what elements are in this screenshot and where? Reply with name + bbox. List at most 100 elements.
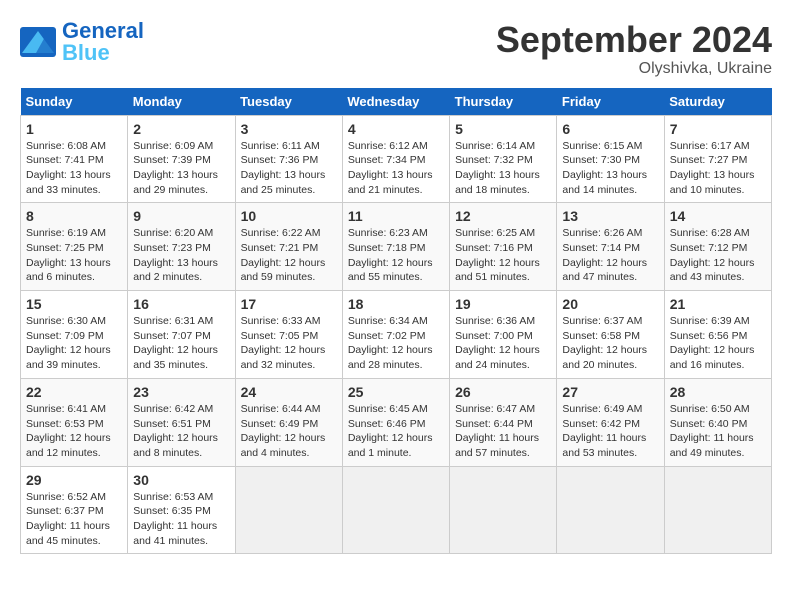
day-info: Sunrise: 6:19 AM Sunset: 7:25 PM Dayligh…	[26, 226, 122, 285]
daylight: Daylight: 12 hours and 32 minutes.	[241, 344, 326, 371]
daylight: Daylight: 11 hours and 57 minutes.	[455, 432, 539, 459]
day-number: 27	[562, 384, 658, 400]
calendar-cell: 19 Sunrise: 6:36 AM Sunset: 7:00 PM Dayl…	[450, 291, 557, 379]
daylight: Daylight: 11 hours and 53 minutes.	[562, 432, 646, 459]
calendar-cell: 11 Sunrise: 6:23 AM Sunset: 7:18 PM Dayl…	[342, 203, 449, 291]
day-info: Sunrise: 6:34 AM Sunset: 7:02 PM Dayligh…	[348, 314, 444, 373]
sunrise: Sunrise: 6:26 AM	[562, 227, 642, 239]
day-info: Sunrise: 6:49 AM Sunset: 6:42 PM Dayligh…	[562, 402, 658, 461]
daylight: Daylight: 12 hours and 55 minutes.	[348, 257, 433, 284]
day-number: 11	[348, 208, 444, 224]
calendar-cell: 4 Sunrise: 6:12 AM Sunset: 7:34 PM Dayli…	[342, 115, 449, 203]
day-info: Sunrise: 6:37 AM Sunset: 6:58 PM Dayligh…	[562, 314, 658, 373]
sunset: Sunset: 7:34 PM	[348, 154, 426, 166]
header-saturday: Saturday	[664, 88, 771, 116]
day-number: 18	[348, 296, 444, 312]
day-info: Sunrise: 6:09 AM Sunset: 7:39 PM Dayligh…	[133, 139, 229, 198]
sunrise: Sunrise: 6:50 AM	[670, 403, 750, 415]
calendar-cell: 1 Sunrise: 6:08 AM Sunset: 7:41 PM Dayli…	[21, 115, 128, 203]
daylight: Daylight: 12 hours and 8 minutes.	[133, 432, 218, 459]
day-number: 6	[562, 121, 658, 137]
calendar-cell: 6 Sunrise: 6:15 AM Sunset: 7:30 PM Dayli…	[557, 115, 664, 203]
sunrise: Sunrise: 6:33 AM	[241, 315, 321, 327]
day-number: 3	[241, 121, 337, 137]
day-info: Sunrise: 6:47 AM Sunset: 6:44 PM Dayligh…	[455, 402, 551, 461]
day-number: 7	[670, 121, 766, 137]
calendar-cell: 20 Sunrise: 6:37 AM Sunset: 6:58 PM Dayl…	[557, 291, 664, 379]
sunset: Sunset: 6:49 PM	[241, 418, 319, 430]
sunrise: Sunrise: 6:47 AM	[455, 403, 535, 415]
calendar-header: Sunday Monday Tuesday Wednesday Thursday…	[21, 88, 772, 116]
day-number: 8	[26, 208, 122, 224]
day-number: 5	[455, 121, 551, 137]
sunrise: Sunrise: 6:53 AM	[133, 491, 213, 503]
sunrise: Sunrise: 6:42 AM	[133, 403, 213, 415]
day-info: Sunrise: 6:33 AM Sunset: 7:05 PM Dayligh…	[241, 314, 337, 373]
day-info: Sunrise: 6:14 AM Sunset: 7:32 PM Dayligh…	[455, 139, 551, 198]
daylight: Daylight: 11 hours and 49 minutes.	[670, 432, 754, 459]
calendar-cell: 8 Sunrise: 6:19 AM Sunset: 7:25 PM Dayli…	[21, 203, 128, 291]
sunrise: Sunrise: 6:36 AM	[455, 315, 535, 327]
daylight: Daylight: 13 hours and 33 minutes.	[26, 169, 111, 196]
sunrise: Sunrise: 6:31 AM	[133, 315, 213, 327]
day-number: 28	[670, 384, 766, 400]
sunset: Sunset: 6:37 PM	[26, 505, 104, 517]
day-info: Sunrise: 6:36 AM Sunset: 7:00 PM Dayligh…	[455, 314, 551, 373]
sunset: Sunset: 7:41 PM	[26, 154, 104, 166]
sunset: Sunset: 6:44 PM	[455, 418, 533, 430]
header-friday: Friday	[557, 88, 664, 116]
sunrise: Sunrise: 6:11 AM	[241, 140, 320, 152]
title-block: September 2024 Olyshivka, Ukraine	[496, 20, 772, 78]
day-number: 10	[241, 208, 337, 224]
daylight: Daylight: 13 hours and 29 minutes.	[133, 169, 218, 196]
sunrise: Sunrise: 6:12 AM	[348, 140, 428, 152]
day-number: 30	[133, 472, 229, 488]
daylight: Daylight: 12 hours and 39 minutes.	[26, 344, 111, 371]
sunset: Sunset: 7:32 PM	[455, 154, 533, 166]
daylight: Daylight: 13 hours and 6 minutes.	[26, 257, 111, 284]
header-monday: Monday	[128, 88, 235, 116]
day-info: Sunrise: 6:08 AM Sunset: 7:41 PM Dayligh…	[26, 139, 122, 198]
sunset: Sunset: 7:23 PM	[133, 242, 211, 254]
sunset: Sunset: 6:53 PM	[26, 418, 104, 430]
calendar-cell: 14 Sunrise: 6:28 AM Sunset: 7:12 PM Dayl…	[664, 203, 771, 291]
calendar-cell: 22 Sunrise: 6:41 AM Sunset: 6:53 PM Dayl…	[21, 378, 128, 466]
daylight: Daylight: 12 hours and 16 minutes.	[670, 344, 755, 371]
calendar-cell: 10 Sunrise: 6:22 AM Sunset: 7:21 PM Dayl…	[235, 203, 342, 291]
sunrise: Sunrise: 6:28 AM	[670, 227, 750, 239]
calendar-cell: 30 Sunrise: 6:53 AM Sunset: 6:35 PM Dayl…	[128, 466, 235, 554]
day-number: 17	[241, 296, 337, 312]
logo: GeneralBlue	[20, 20, 144, 64]
sunset: Sunset: 7:27 PM	[670, 154, 748, 166]
day-info: Sunrise: 6:30 AM Sunset: 7:09 PM Dayligh…	[26, 314, 122, 373]
month-title: September 2024	[496, 20, 772, 60]
calendar-cell	[664, 466, 771, 554]
day-number: 15	[26, 296, 122, 312]
sunset: Sunset: 7:07 PM	[133, 330, 211, 342]
day-number: 25	[348, 384, 444, 400]
header-sunday: Sunday	[21, 88, 128, 116]
day-info: Sunrise: 6:17 AM Sunset: 7:27 PM Dayligh…	[670, 139, 766, 198]
day-info: Sunrise: 6:23 AM Sunset: 7:18 PM Dayligh…	[348, 226, 444, 285]
day-number: 13	[562, 208, 658, 224]
calendar-cell: 21 Sunrise: 6:39 AM Sunset: 6:56 PM Dayl…	[664, 291, 771, 379]
calendar-cell: 16 Sunrise: 6:31 AM Sunset: 7:07 PM Dayl…	[128, 291, 235, 379]
day-info: Sunrise: 6:53 AM Sunset: 6:35 PM Dayligh…	[133, 490, 229, 549]
calendar-cell: 12 Sunrise: 6:25 AM Sunset: 7:16 PM Dayl…	[450, 203, 557, 291]
day-info: Sunrise: 6:45 AM Sunset: 6:46 PM Dayligh…	[348, 402, 444, 461]
daylight: Daylight: 12 hours and 1 minute.	[348, 432, 433, 459]
sunset: Sunset: 6:58 PM	[562, 330, 640, 342]
sunrise: Sunrise: 6:45 AM	[348, 403, 428, 415]
daylight: Daylight: 13 hours and 10 minutes.	[670, 169, 755, 196]
calendar-cell: 29 Sunrise: 6:52 AM Sunset: 6:37 PM Dayl…	[21, 466, 128, 554]
calendar-cell: 26 Sunrise: 6:47 AM Sunset: 6:44 PM Dayl…	[450, 378, 557, 466]
sunrise: Sunrise: 6:17 AM	[670, 140, 750, 152]
calendar-cell	[557, 466, 664, 554]
calendar-cell: 13 Sunrise: 6:26 AM Sunset: 7:14 PM Dayl…	[557, 203, 664, 291]
calendar-table: Sunday Monday Tuesday Wednesday Thursday…	[20, 88, 772, 555]
daylight: Daylight: 13 hours and 18 minutes.	[455, 169, 540, 196]
sunrise: Sunrise: 6:08 AM	[26, 140, 106, 152]
calendar-cell: 9 Sunrise: 6:20 AM Sunset: 7:23 PM Dayli…	[128, 203, 235, 291]
calendar-cell: 24 Sunrise: 6:44 AM Sunset: 6:49 PM Dayl…	[235, 378, 342, 466]
sunset: Sunset: 7:05 PM	[241, 330, 319, 342]
